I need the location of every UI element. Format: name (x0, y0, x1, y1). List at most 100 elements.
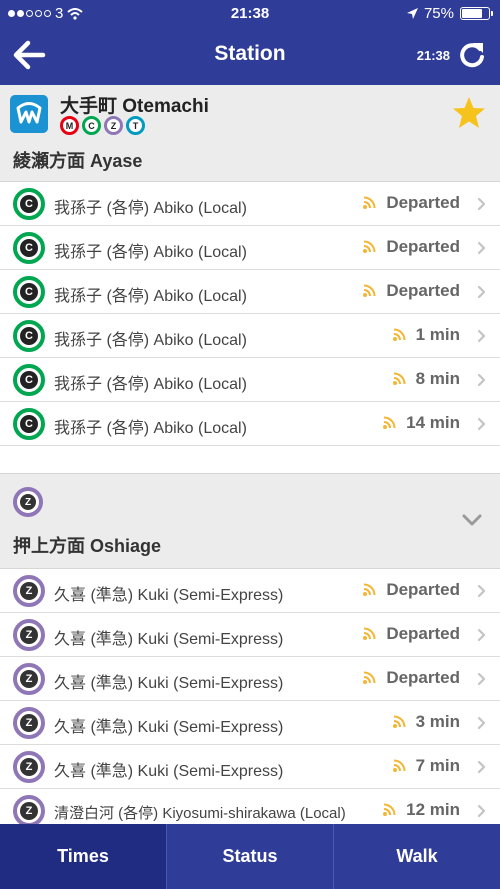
station-name: 大手町 Otemachi (60, 96, 209, 117)
battery-percent: 75% (423, 5, 454, 22)
tab-status[interactable]: Status (166, 824, 333, 889)
realtime-signal-icon (392, 715, 406, 729)
chevron-right-icon (477, 716, 486, 730)
chevron-down-icon[interactable] (462, 514, 482, 526)
departure-list-oshiage: Z 久喜 (準急) Kuki (Semi-Express) Departed Z 久喜 … (0, 569, 500, 824)
hanzomon-line-icon: Z (13, 707, 45, 739)
chevron-right-icon (477, 628, 486, 642)
chevron-right-icon (477, 804, 486, 818)
destination-label: 久喜 (準急) Kuki (Semi-Express) (54, 719, 284, 736)
departure-row[interactable]: Z 久喜 (準急) Kuki (Semi-Express) 3 min (0, 701, 500, 745)
chevron-right-icon (477, 672, 486, 686)
arrival-time-label: Departed (386, 237, 460, 256)
realtime-signal-icon (362, 196, 376, 210)
chevron-right-icon (477, 241, 486, 255)
line-badge: M (60, 116, 79, 135)
departures-content[interactable]: 大手町 Otemachi MCZT 綾瀬方面 Ayase C 我孫子 (各停) A… (0, 85, 500, 824)
realtime-signal-icon (382, 416, 396, 430)
arrival-time-label: Departed (386, 580, 460, 599)
tab-walk[interactable]: Walk (333, 824, 500, 889)
departure-row[interactable]: C 我孫子 (各停) Abiko (Local) 14 min (0, 402, 500, 446)
departure-row[interactable]: Z 清澄白河 (各停) Kiyosumi-shirakawa (Local) 12 … (0, 789, 500, 824)
chevron-right-icon (477, 329, 486, 343)
destination-label: 我孫子 (各停) Abiko (Local) (54, 376, 247, 393)
last-updated-time: 21:38 (416, 48, 450, 63)
arrival-time-label: 1 min (415, 325, 460, 344)
location-arrow-icon (406, 8, 418, 19)
tab-times[interactable]: Times (0, 824, 166, 889)
chiyoda-line-icon: C (13, 364, 45, 396)
destination-label: 久喜 (準急) Kuki (Semi-Express) (54, 631, 284, 648)
realtime-signal-icon (362, 284, 376, 298)
chevron-right-icon (477, 373, 486, 387)
section-header-ayase: 大手町 Otemachi MCZT 綾瀬方面 Ayase (0, 85, 500, 182)
departure-row[interactable]: C 我孫子 (各停) Abiko (Local) Departed (0, 182, 500, 226)
destination-label: 我孫子 (各停) Abiko (Local) (54, 288, 247, 305)
star-icon[interactable] (451, 95, 487, 131)
destination-label: 我孫子 (各停) Abiko (Local) (54, 420, 247, 437)
chevron-right-icon (477, 197, 486, 211)
destination-label: 我孫子 (各停) Abiko (Local) (54, 332, 247, 349)
hanzomon-line-icon: Z (13, 751, 45, 783)
station-lines: MCZT (60, 116, 145, 135)
chiyoda-line-icon: C (13, 320, 45, 352)
arrival-time-label: 3 min (415, 712, 460, 731)
status-bar: 3 21:38 75% (0, 0, 500, 28)
realtime-signal-icon (362, 627, 376, 641)
arrival-time-label: Departed (386, 668, 460, 687)
tokyo-metro-logo (10, 95, 48, 133)
departure-row[interactable]: C 我孫子 (各停) Abiko (Local) Departed (0, 270, 500, 314)
chiyoda-line-icon: C (13, 408, 45, 440)
destination-label: 久喜 (準急) Kuki (Semi-Express) (54, 763, 284, 780)
hanzomon-line-icon: Z (13, 795, 45, 824)
chevron-right-icon (477, 417, 486, 431)
hanzomon-line-icon: Z (13, 487, 43, 517)
departure-row[interactable]: C 我孫子 (各停) Abiko (Local) 8 min (0, 358, 500, 402)
realtime-signal-icon (382, 803, 396, 817)
direction-label: 綾瀬方面 Ayase (13, 151, 143, 171)
hanzomon-line-icon: Z (13, 619, 45, 651)
chevron-right-icon (477, 285, 486, 299)
departure-row[interactable]: C 我孫子 (各停) Abiko (Local) Departed (0, 226, 500, 270)
departure-row[interactable]: C 我孫子 (各停) Abiko (Local) 1 min (0, 314, 500, 358)
hanzomon-line-icon: Z (13, 575, 45, 607)
top-bar: 3 21:38 75% Station 21:38 (0, 0, 500, 85)
section-header-oshiage[interactable]: Z 押上方面 Oshiage (0, 473, 500, 569)
destination-label: 我孫子 (各停) Abiko (Local) (54, 200, 247, 217)
navigation-bar: Station 21:38 (0, 28, 500, 85)
destination-label: 清澄白河 (各停) Kiyosumi-shirakawa (Local) (54, 805, 346, 822)
destination-label: 久喜 (準急) Kuki (Semi-Express) (54, 587, 284, 604)
arrival-time-label: Departed (386, 281, 460, 300)
realtime-signal-icon (392, 372, 406, 386)
realtime-signal-icon (362, 240, 376, 254)
hanzomon-line-icon: Z (13, 663, 45, 695)
section-spacer (0, 446, 500, 473)
arrival-time-label: 12 min (406, 800, 460, 819)
line-badge: C (82, 116, 101, 135)
chevron-right-icon (477, 760, 486, 774)
realtime-signal-icon (392, 759, 406, 773)
arrival-time-label: 14 min (406, 413, 460, 432)
battery-icon (460, 7, 493, 20)
line-badge: Z (104, 116, 123, 135)
departure-row[interactable]: Z 久喜 (準急) Kuki (Semi-Express) 7 min (0, 745, 500, 789)
chiyoda-line-icon: C (13, 188, 45, 220)
departure-row[interactable]: Z 久喜 (準急) Kuki (Semi-Express) Departed (0, 569, 500, 613)
line-badge: T (126, 116, 145, 135)
destination-label: 久喜 (準急) Kuki (Semi-Express) (54, 675, 284, 692)
departure-row[interactable]: Z 久喜 (準急) Kuki (Semi-Express) Departed (0, 613, 500, 657)
departure-row[interactable]: Z 久喜 (準急) Kuki (Semi-Express) Departed (0, 657, 500, 701)
tab-bar: Times Status Walk (0, 824, 500, 889)
arrival-time-label: Departed (386, 624, 460, 643)
chevron-right-icon (477, 584, 486, 598)
realtime-signal-icon (362, 671, 376, 685)
realtime-signal-icon (392, 328, 406, 342)
chiyoda-line-icon: C (13, 232, 45, 264)
departure-list-ayase: C 我孫子 (各停) Abiko (Local) Departed C 我孫子 (各停)… (0, 182, 500, 446)
direction-label: 押上方面 Oshiage (13, 536, 162, 556)
arrival-time-label: 7 min (415, 756, 460, 775)
arrival-time-label: Departed (386, 193, 460, 212)
refresh-icon[interactable] (458, 40, 486, 70)
realtime-signal-icon (362, 583, 376, 597)
destination-label: 我孫子 (各停) Abiko (Local) (54, 244, 247, 261)
